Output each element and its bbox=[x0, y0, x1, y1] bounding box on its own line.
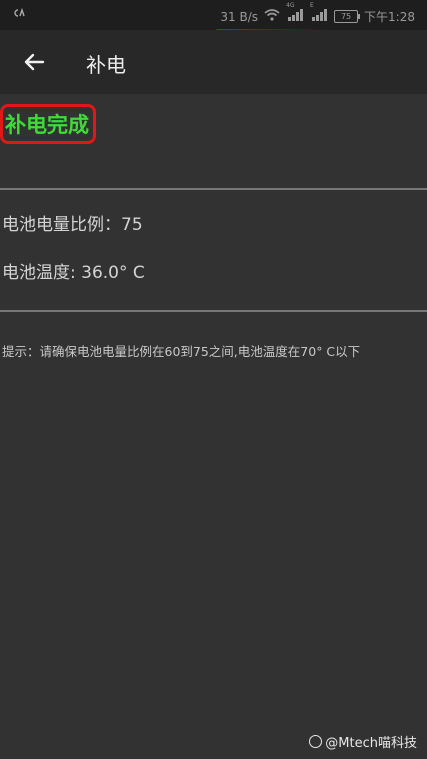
battery-level-label: 电池电量比例： bbox=[2, 215, 121, 235]
battery-level-value: 75 bbox=[121, 215, 143, 235]
clock: 下午1:28 bbox=[364, 10, 415, 24]
divider bbox=[0, 310, 427, 312]
signal-label-4g: 4G bbox=[286, 2, 295, 9]
battery-level-row: 电池电量比例：75 bbox=[2, 210, 143, 235]
battery-temp-row: 电池温度: 36.0° C bbox=[2, 258, 145, 283]
watermark-logo-icon bbox=[309, 735, 323, 748]
battery-temp-label: 电池温度: bbox=[2, 263, 82, 283]
back-button[interactable] bbox=[16, 44, 52, 80]
app-bar: 补电 bbox=[0, 30, 427, 94]
network-speed: 31 B/s bbox=[220, 9, 259, 24]
arrow-left-icon bbox=[24, 53, 45, 71]
wifi-icon bbox=[264, 9, 280, 24]
hint-text: 提示：请确保电池电量比例在60到75之间,电池温度在70° C以下 bbox=[2, 344, 361, 359]
watermark: @Mtech喵科技 bbox=[309, 732, 417, 751]
status-highlight: 补电完成 bbox=[0, 104, 96, 144]
ca-icon bbox=[12, 7, 26, 21]
status-bar: 31 B/s 4G E 75 下午1:28 bbox=[0, 0, 427, 30]
divider bbox=[0, 188, 427, 190]
watermark-text: @Mtech喵科技 bbox=[325, 736, 417, 751]
signal-icon-e: E bbox=[310, 2, 328, 24]
status-icons: 31 B/s 4G E 75 下午1:28 bbox=[220, 2, 415, 25]
page-title: 补电 bbox=[86, 53, 126, 77]
status-message: 补电完成 bbox=[5, 113, 89, 137]
signal-label-e: E bbox=[310, 2, 314, 9]
battery-temp-value: 36.0° C bbox=[81, 263, 145, 283]
signal-icon-4g: 4G bbox=[286, 2, 304, 24]
battery-icon: 75 bbox=[334, 10, 361, 23]
